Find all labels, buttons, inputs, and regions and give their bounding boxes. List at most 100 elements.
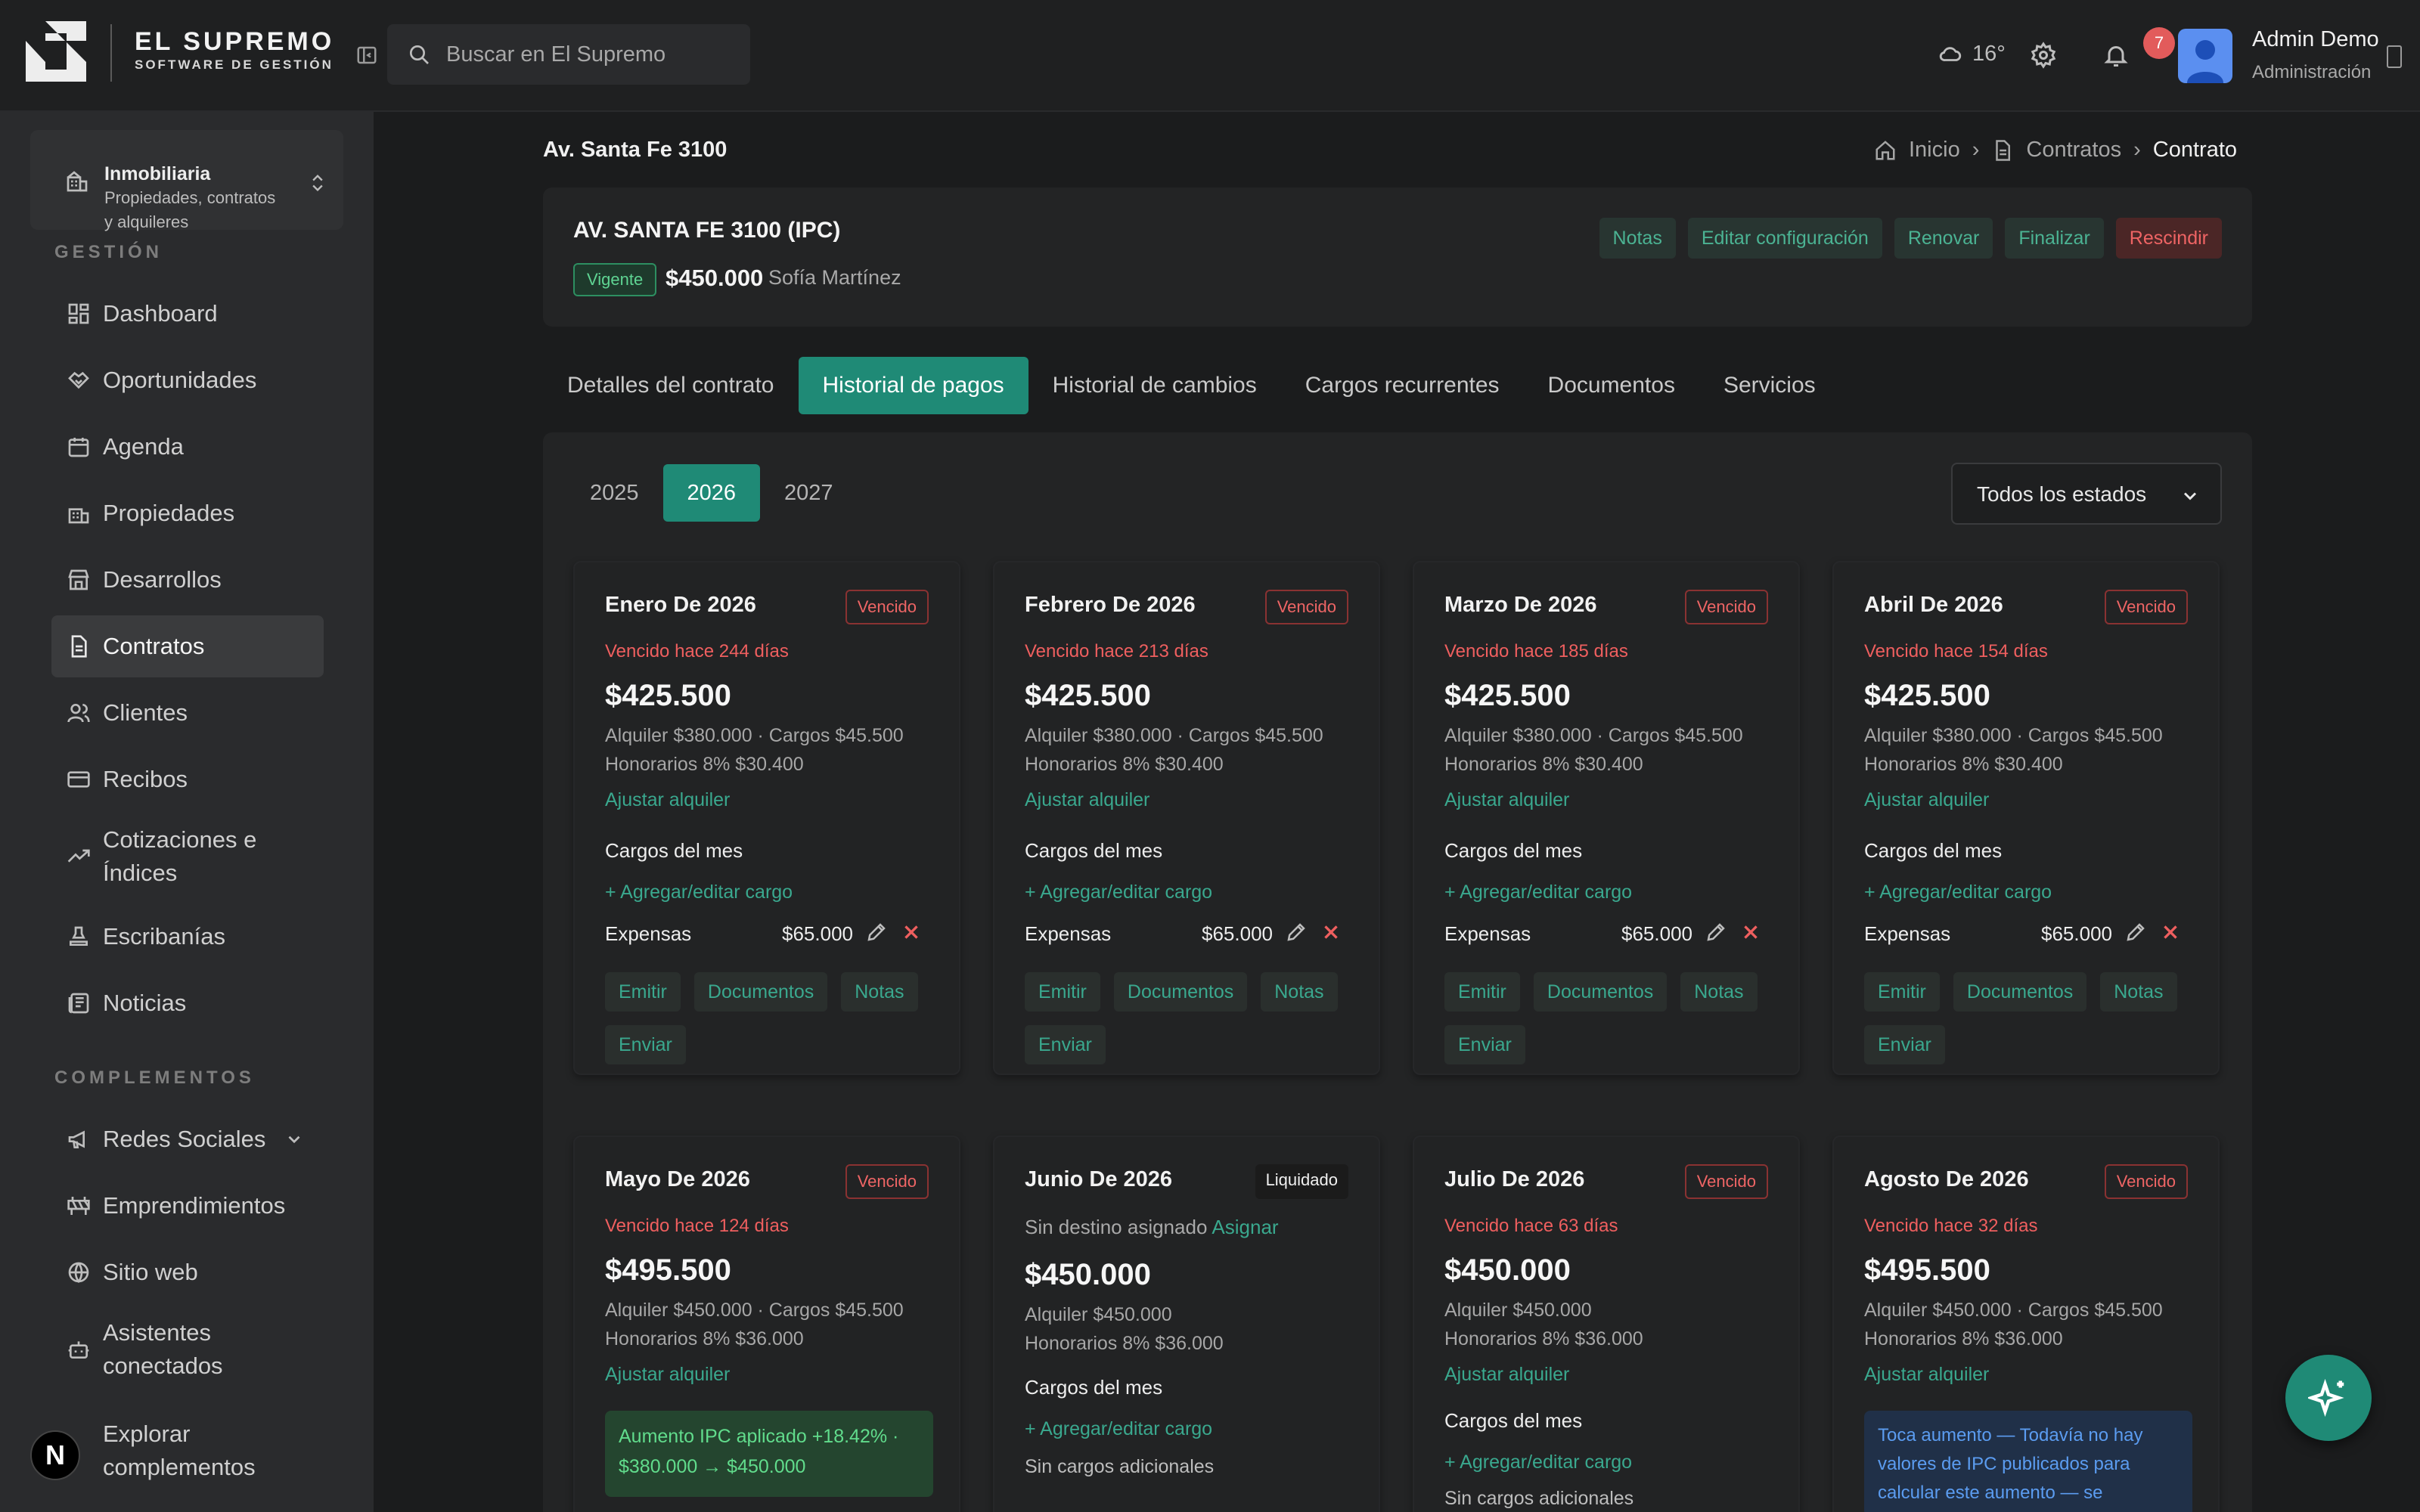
notes-button[interactable]: Notas xyxy=(1261,972,1338,1012)
due-text: Vencido hace 185 días xyxy=(1444,641,1628,662)
sidebar-item-sitio-web[interactable]: Sitio web xyxy=(51,1241,324,1303)
add-charge-link[interactable]: + Agregar/editar cargo xyxy=(1025,1418,1212,1440)
user-name[interactable]: Admin Demo xyxy=(2252,27,2379,52)
gear-icon[interactable] xyxy=(2030,42,2057,69)
sidebar-item-agenda[interactable]: Agenda xyxy=(51,416,324,478)
brand-title: EL SUPREMO xyxy=(135,27,335,56)
year-tab[interactable]: 2026 xyxy=(662,464,761,522)
sidebar-item-escribanias[interactable]: Escribanías xyxy=(51,906,324,968)
tab-documentos[interactable]: Documentos xyxy=(1524,357,1699,414)
next-logo-icon[interactable]: N xyxy=(30,1430,80,1480)
finish-button[interactable]: Finalizar xyxy=(2005,218,2104,259)
sidebar-item-label: Propiedades xyxy=(103,500,235,526)
sidebar-item-cotizaciones[interactable]: Cotizaciones e Índices xyxy=(51,815,324,898)
sidebar-item-propiedades[interactable]: Propiedades xyxy=(51,482,324,544)
avatar[interactable] xyxy=(2178,29,2232,83)
year-tab[interactable]: 2027 xyxy=(760,464,858,522)
sidebar-item-asistentes[interactable]: Asistentes conectados xyxy=(51,1308,324,1391)
send-button[interactable]: Enviar xyxy=(1025,1025,1106,1064)
emit-button[interactable]: Emitir xyxy=(1025,972,1100,1012)
edit-config-button[interactable]: Editar configuración xyxy=(1687,218,1882,259)
sidebar-toggle-icon[interactable] xyxy=(355,44,378,67)
contract-client[interactable]: Sofía Martínez xyxy=(768,266,901,290)
adjust-rent-link[interactable]: Ajustar alquiler xyxy=(1444,1364,1569,1386)
add-charge-link[interactable]: + Agregar/editar cargo xyxy=(1025,881,1212,903)
sidebar-item-desarrollos[interactable]: Desarrollos xyxy=(51,549,324,611)
sidebar-item-label: Cotizaciones e Índices xyxy=(103,826,257,886)
pencil-icon[interactable] xyxy=(2124,921,2147,943)
close-icon[interactable] xyxy=(1321,922,1341,942)
org-switcher[interactable]: Inmobiliaria Propiedades, contratos y al… xyxy=(30,130,343,231)
building-icon xyxy=(67,171,88,192)
add-charge-link[interactable]: + Agregar/editar cargo xyxy=(1444,1452,1632,1473)
logo-icon[interactable] xyxy=(23,18,89,85)
pencil-icon[interactable] xyxy=(1705,921,1727,943)
pencil-icon[interactable] xyxy=(1285,921,1308,943)
documents-button[interactable]: Documentos xyxy=(1953,972,2087,1012)
sidebar-item-noticias[interactable]: Noticias xyxy=(51,972,324,1034)
close-icon[interactable] xyxy=(901,922,921,942)
add-charge-link[interactable]: + Agregar/editar cargo xyxy=(1444,881,1632,903)
close-icon[interactable] xyxy=(1741,922,1761,942)
send-button[interactable]: Enviar xyxy=(605,1025,686,1064)
breadcrumb-home[interactable]: Inicio xyxy=(1909,138,1960,163)
adjust-rent-link[interactable]: Ajustar alquiler xyxy=(1864,789,1989,811)
notification-badge[interactable]: 7 xyxy=(2143,27,2175,59)
card-actions: Emitir Documentos Notas Enviar xyxy=(1025,972,1357,1064)
emit-button[interactable]: Emitir xyxy=(605,972,681,1012)
assign-link[interactable]: Asignar xyxy=(1212,1216,1278,1238)
adjust-rent-link[interactable]: Ajustar alquiler xyxy=(605,789,730,811)
tab-detalles[interactable]: Detalles del contrato xyxy=(543,357,799,414)
sidebar-item-contratos[interactable]: Contratos xyxy=(51,615,324,677)
documents-button[interactable]: Documentos xyxy=(1113,972,1248,1012)
month-fees: Honorarios 8% $36.000 xyxy=(1864,1328,2063,1349)
sidebar-item-oportunidades[interactable]: Oportunidades xyxy=(51,349,324,411)
send-button[interactable]: Enviar xyxy=(1864,1025,1945,1064)
weather-widget[interactable]: 16° xyxy=(1938,41,2006,67)
rescind-button[interactable]: Rescindir xyxy=(2115,218,2222,259)
breadcrumb-contracts[interactable]: Contratos xyxy=(2026,138,2121,163)
search-box[interactable] xyxy=(387,24,750,85)
send-button[interactable]: Enviar xyxy=(1444,1025,1525,1064)
sidebar-item-clientes[interactable]: Clientes xyxy=(51,682,324,744)
notes-button[interactable]: Notas xyxy=(1680,972,1758,1012)
adjust-rent-link[interactable]: Ajustar alquiler xyxy=(1864,1364,1989,1386)
ai-assistant-button[interactable] xyxy=(2285,1355,2372,1441)
sidebar-item-label: Sitio web xyxy=(103,1259,198,1285)
sidebar-item-emprendimientos[interactable]: Emprendimientos xyxy=(51,1175,324,1237)
panel-toggle-icon[interactable] xyxy=(2387,45,2402,68)
sidebar-item-dashboard[interactable]: Dashboard xyxy=(51,283,324,345)
sidebar-item-label: Dashboard xyxy=(103,300,218,327)
close-icon[interactable] xyxy=(2161,922,2180,942)
construction-icon xyxy=(67,1197,90,1215)
sidebar-item-explorar[interactable]: Explorar complementos xyxy=(51,1409,324,1492)
tab-servicios[interactable]: Servicios xyxy=(1699,357,1840,414)
adjust-rent-link[interactable]: Ajustar alquiler xyxy=(605,1364,730,1386)
status-filter-select[interactable]: Todos los estados xyxy=(1951,463,2222,525)
search-input[interactable] xyxy=(446,24,741,85)
tab-historial-pagos[interactable]: Historial de pagos xyxy=(798,357,1028,414)
sidebar-item-recibos[interactable]: Recibos xyxy=(51,748,324,810)
notes-button[interactable]: Notas xyxy=(841,972,918,1012)
notes-button[interactable]: Notas xyxy=(1599,218,1676,259)
emit-button[interactable]: Emitir xyxy=(1864,972,1940,1012)
documents-button[interactable]: Documentos xyxy=(693,972,828,1012)
tab-historial-cambios[interactable]: Historial de cambios xyxy=(1028,357,1281,414)
globe-icon xyxy=(68,1262,89,1284)
month-fees: Honorarios 8% $36.000 xyxy=(605,1328,804,1349)
documents-button[interactable]: Documentos xyxy=(1533,972,1668,1012)
sidebar-item-redes-sociales[interactable]: Redes Sociales xyxy=(51,1108,324,1170)
notes-button[interactable]: Notas xyxy=(2100,972,2177,1012)
emit-button[interactable]: Emitir xyxy=(1444,972,1520,1012)
bell-icon[interactable] xyxy=(2102,42,2130,69)
adjust-rent-link[interactable]: Ajustar alquiler xyxy=(1444,789,1569,811)
add-charge-link[interactable]: + Agregar/editar cargo xyxy=(605,881,793,903)
tab-cargos-recurrentes[interactable]: Cargos recurrentes xyxy=(1281,357,1524,414)
adjust-rent-link[interactable]: Ajustar alquiler xyxy=(1025,789,1150,811)
pencil-icon[interactable] xyxy=(865,921,888,943)
renew-button[interactable]: Renovar xyxy=(1894,218,1993,259)
card-actions: Emitir Documentos Notas Enviar xyxy=(605,972,938,1064)
due-text: Vencido hace 213 días xyxy=(1025,641,1208,662)
add-charge-link[interactable]: + Agregar/editar cargo xyxy=(1864,881,2052,903)
year-tab[interactable]: 2025 xyxy=(566,464,663,522)
